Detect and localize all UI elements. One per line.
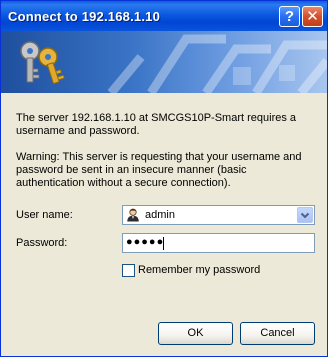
login-dialog: Connect to 192.168.1.10 ? ✕ The server 1… — [0, 0, 328, 357]
username-combobox[interactable]: admin — [122, 205, 315, 225]
close-icon: ✕ — [306, 8, 319, 25]
ok-button[interactable]: OK — [158, 322, 233, 345]
help-button[interactable]: ? — [279, 6, 300, 27]
username-dropdown-button[interactable] — [297, 207, 313, 223]
keys-icon — [20, 41, 65, 85]
chevron-down-icon — [300, 212, 310, 219]
password-field[interactable]: ●●●●● — [122, 233, 315, 253]
remember-password-label[interactable]: Remember my password — [138, 264, 260, 277]
password-label: Password: — [16, 237, 68, 249]
remember-password-checkbox[interactable] — [122, 264, 135, 277]
dialog-banner — [1, 31, 327, 93]
dialog-title: Connect to 192.168.1.10 — [8, 9, 160, 24]
text-caret — [163, 237, 164, 250]
username-label: User name: — [16, 209, 73, 221]
user-icon — [127, 208, 139, 222]
username-value: admin — [145, 209, 175, 221]
close-button[interactable]: ✕ — [302, 6, 323, 27]
cancel-button[interactable]: Cancel — [240, 322, 315, 345]
dialog-content: The server 192.168.1.10 at SMCGS10P-Smar… — [1, 93, 327, 356]
help-icon: ? — [284, 8, 295, 25]
server-message: The server 192.168.1.10 at SMCGS10P-Smar… — [16, 112, 297, 137]
password-value: ●●●●● — [126, 236, 165, 248]
title-bar[interactable]: Connect to 192.168.1.10 ? ✕ — [1, 1, 327, 31]
security-warning: Warning: This server is requesting that … — [16, 151, 302, 189]
